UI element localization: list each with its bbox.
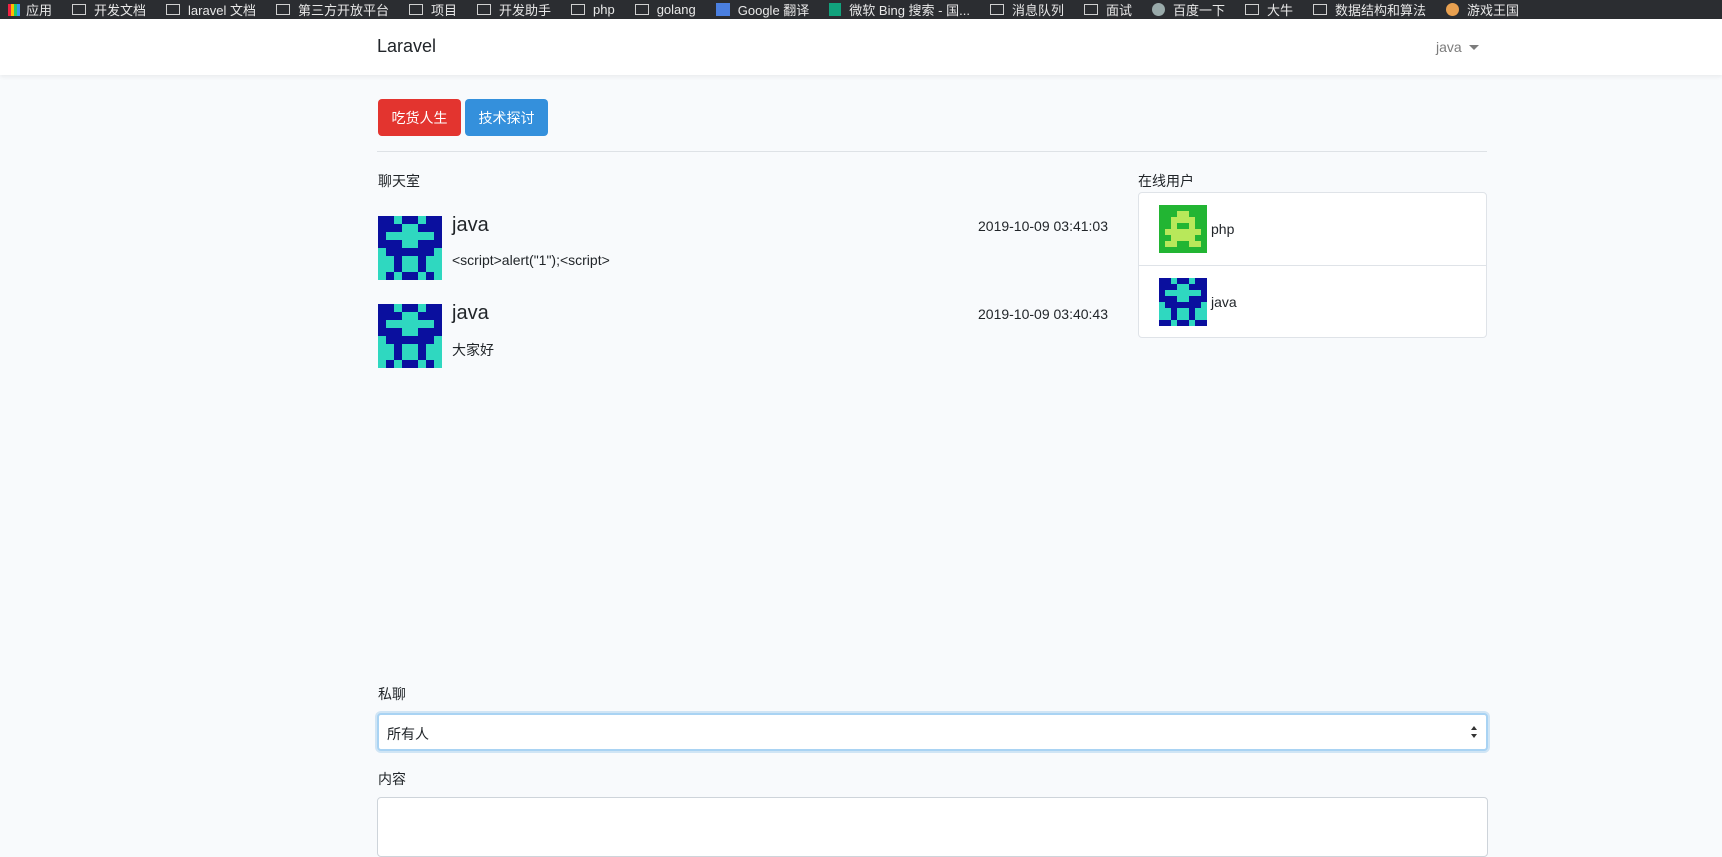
- folder-icon: [408, 4, 423, 15]
- game-icon: [1446, 3, 1460, 16]
- online-users-list: php java: [1138, 192, 1487, 338]
- folder-icon: [571, 4, 585, 15]
- bookmark-folder[interactable]: 大牛: [1237, 0, 1305, 19]
- bookmark-folder[interactable]: laravel 文档: [158, 0, 268, 19]
- bookmark-game[interactable]: 游戏王国: [1438, 0, 1531, 19]
- identicon-avatar: [1159, 205, 1207, 253]
- message-text: <script>alert("1");<script>: [452, 252, 610, 268]
- divider: [377, 151, 1487, 152]
- folder-icon: [1244, 4, 1259, 15]
- message-time: 2019-10-09 03:40:43: [978, 306, 1108, 322]
- bookmark-folder[interactable]: golang: [627, 0, 708, 19]
- folder-icon: [72, 4, 87, 15]
- folder-icon: [275, 4, 290, 15]
- bookmark-folder[interactable]: 第三方开放平台: [268, 0, 401, 19]
- user-name: java: [1436, 39, 1462, 55]
- chat-title: 聊天室: [378, 173, 420, 189]
- globe-icon: [1151, 3, 1165, 16]
- bookmark-folder[interactable]: 项目: [401, 0, 469, 19]
- message-text: 大家好: [452, 342, 494, 358]
- chat-message: java 2019-10-09 03:41:03 <script>alert("…: [378, 214, 1108, 280]
- bookmarks-bar: 应用 开发文档 laravel 文档 第三方开放平台 项目 开发助手 php g…: [0, 0, 1722, 19]
- select-arrows-icon: [1471, 726, 1477, 738]
- message-time: 2019-10-09 03:41:03: [978, 218, 1108, 234]
- private-chat-value: 所有人: [387, 726, 429, 742]
- room-food-button[interactable]: 吃货人生: [378, 99, 461, 136]
- bookmark-folder[interactable]: php: [563, 0, 627, 19]
- identicon-avatar: [378, 304, 442, 368]
- user-dropdown[interactable]: java: [1436, 39, 1479, 55]
- private-chat-label: 私聊: [378, 686, 406, 702]
- navbar: Laravel java: [0, 19, 1722, 75]
- bookmark-baidu[interactable]: 百度一下: [1144, 0, 1237, 19]
- bookmark-apps[interactable]: 应用: [0, 0, 64, 19]
- online-user-name: java: [1211, 294, 1237, 310]
- brand-link[interactable]: Laravel: [377, 36, 436, 57]
- apps-grid-icon: [8, 3, 20, 16]
- identicon-avatar: [1159, 278, 1207, 326]
- message-user: java: [452, 214, 489, 236]
- room-tech-button[interactable]: 技术探讨: [465, 99, 548, 136]
- folder-icon: [476, 4, 491, 15]
- google-translate-icon: [715, 3, 730, 16]
- bookmark-google-translate[interactable]: Google 翻译: [708, 0, 822, 19]
- message-user: java: [452, 302, 489, 324]
- content-textarea[interactable]: [377, 797, 1488, 857]
- bookmark-folder[interactable]: 面试: [1076, 0, 1144, 19]
- identicon-avatar: [378, 216, 442, 280]
- folder-icon: [166, 4, 181, 15]
- folder-icon: [989, 4, 1004, 15]
- content-label: 内容: [378, 771, 406, 787]
- bookmark-folder[interactable]: 数据结构和算法: [1305, 0, 1438, 19]
- folder-icon: [1313, 4, 1327, 15]
- folder-icon: [634, 4, 649, 15]
- bing-icon: [829, 3, 842, 16]
- private-chat-select[interactable]: 所有人: [377, 713, 1488, 751]
- caret-down-icon: [1468, 44, 1479, 50]
- bookmark-folder[interactable]: 开发助手: [469, 0, 563, 19]
- online-user-name: php: [1211, 221, 1235, 237]
- online-user-item[interactable]: java: [1139, 265, 1486, 338]
- online-users-title: 在线用户: [1138, 173, 1194, 189]
- bookmark-folder[interactable]: 开发文档: [64, 0, 158, 19]
- chat-message: java 2019-10-09 03:40:43 大家好: [378, 302, 1108, 368]
- folder-icon: [1083, 4, 1098, 15]
- bookmark-bing[interactable]: 微软 Bing 搜索 - 国...: [821, 0, 982, 19]
- online-user-item[interactable]: php: [1139, 193, 1486, 265]
- bookmark-folder[interactable]: 消息队列: [982, 0, 1076, 19]
